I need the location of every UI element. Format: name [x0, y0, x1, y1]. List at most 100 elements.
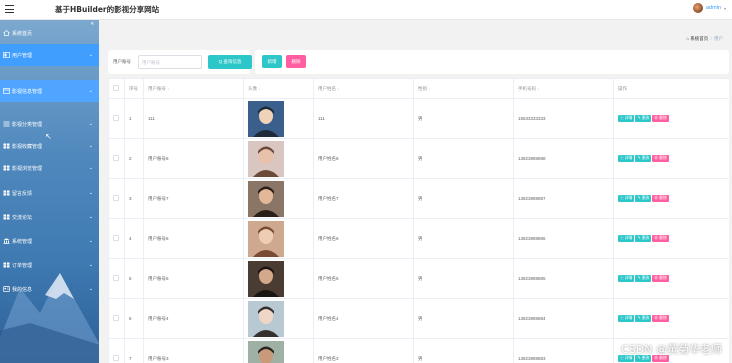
sidebar-item-orders[interactable]: 订单管理 ⌄: [0, 254, 99, 276]
cell-index: 4: [124, 218, 144, 259]
select-all-cell[interactable]: [108, 78, 125, 99]
breadcrumb-home[interactable]: 系统首页: [690, 36, 708, 41]
cell-gender: 男: [413, 218, 514, 259]
cell-gender: 男: [413, 298, 514, 339]
sidebar-item-forum[interactable]: 交流论坛 ⌄: [0, 206, 99, 228]
edit-button[interactable]: ✎ 更改: [635, 115, 652, 122]
avatar[interactable]: [248, 180, 284, 217]
search-button[interactable]: Q 查询信息: [208, 55, 252, 69]
chevron-down-icon[interactable]: ▾: [724, 6, 726, 11]
chevron-down-icon: ⌄: [88, 88, 93, 94]
detail-button[interactable]: ⓘ 详情: [618, 275, 635, 282]
info-icon: ⓘ: [620, 196, 624, 200]
edit-button[interactable]: ✎ 更改: [635, 275, 652, 282]
avatar[interactable]: [248, 100, 284, 137]
select-all-checkbox[interactable]: [113, 85, 119, 91]
row-checkbox[interactable]: [113, 195, 119, 201]
row-checkbox[interactable]: [113, 355, 119, 361]
sort-icon[interactable]: ↕: [337, 86, 339, 91]
avatar[interactable]: [248, 300, 284, 337]
sidebar-item-label: 交流论坛: [12, 214, 33, 221]
sidebar-item-my-info[interactable]: 我的信息 ⌄: [0, 278, 99, 300]
sort-icon[interactable]: ↕: [258, 86, 260, 91]
sidebar-item-home[interactable]: 系统首页: [0, 22, 99, 44]
detail-button[interactable]: ⓘ 详情: [618, 195, 635, 202]
table-row[interactable]: 1 111 111 男 15633333333 ⓘ 详情 ✎ 更改 ⊗ 删除: [108, 98, 729, 139]
delete-button[interactable]: 删除: [286, 55, 306, 68]
delete-row-button[interactable]: ⊗ 删除: [652, 155, 669, 162]
table-row[interactable]: 6 用户账号4 用户姓名4 男 13823888884 ⓘ 详情 ✎ 更改 ⊗ 删除: [108, 298, 729, 339]
user-name[interactable]: admin: [706, 5, 721, 11]
table-row[interactable]: 2 用户账号8 用户姓名8 男 13823888888 ⓘ 详情 ✎ 更改 ⊗ 删除: [108, 138, 729, 179]
row-select-cell[interactable]: [108, 258, 125, 299]
sidebar-item-film-browse[interactable]: 影视浏览管理 ⌄: [0, 157, 99, 179]
detail-button[interactable]: ⓘ 详情: [618, 155, 635, 162]
delete-row-button[interactable]: ⊗ 删除: [652, 235, 669, 242]
avatar[interactable]: [248, 220, 284, 257]
sidebar-item-label: 影视收藏管理: [12, 143, 43, 150]
cell-index: 6: [124, 298, 144, 339]
avatar[interactable]: [248, 340, 284, 363]
edit-button[interactable]: ✎ 更改: [635, 235, 652, 242]
pencil-icon: ✎: [637, 116, 641, 120]
row-select-cell[interactable]: [108, 218, 125, 259]
row-select-cell[interactable]: [108, 298, 125, 339]
column-header-name[interactable]: 用户姓名↕: [313, 78, 414, 99]
cell-phone: 13823888885: [513, 258, 614, 299]
column-header-avatar[interactable]: 头像↕: [243, 78, 314, 99]
sidebar-item-film-favorites[interactable]: 影视收藏管理 ⌄: [0, 135, 99, 157]
add-button[interactable]: 新增: [262, 55, 282, 68]
sidebar-item-system[interactable]: 系统管理 ⌄: [0, 230, 99, 252]
sidebar-item-feedback[interactable]: 留言反馈 ⌄: [0, 182, 99, 204]
table-row[interactable]: 5 用户账号5 用户姓名5 男 13823888885 ⓘ 详情 ✎ 更改 ⊗ 删除: [108, 258, 729, 299]
cell-phone: 13823888883: [513, 338, 614, 363]
detail-button[interactable]: ⓘ 详情: [618, 315, 635, 322]
sort-icon[interactable]: ↕: [428, 86, 430, 91]
avatar[interactable]: [693, 3, 703, 13]
row-checkbox[interactable]: [113, 275, 119, 281]
sidebar-item-film-category[interactable]: 影视分类管理 ⌄: [0, 113, 99, 135]
cell-name: 用户姓名3: [313, 338, 414, 363]
sidebar-item-film-info[interactable]: 影视信息管理 ⌄: [0, 80, 99, 102]
detail-button[interactable]: ⓘ 详情: [618, 115, 635, 122]
sidebar-item-label: 系统首页: [12, 30, 33, 37]
delete-row-button[interactable]: ⊗ 删除: [652, 115, 669, 122]
search-input[interactable]: [138, 55, 202, 69]
edit-button[interactable]: ✎ 更改: [635, 195, 652, 202]
delete-row-button[interactable]: ⊗ 删除: [652, 195, 669, 202]
row-checkbox[interactable]: [113, 235, 119, 241]
column-header-phone[interactable]: 手机号码↕: [513, 78, 614, 99]
menu-toggle-icon[interactable]: [5, 5, 14, 13]
cell-actions: ⓘ 详情 ✎ 更改 ⊗ 删除: [613, 138, 729, 179]
column-header-account[interactable]: 用户账号↕: [143, 78, 244, 99]
user-menu[interactable]: admin ▾: [693, 3, 726, 13]
grid-icon: [3, 190, 10, 196]
info-icon: ⓘ: [620, 116, 624, 120]
table-row[interactable]: 4 用户账号6 用户姓名6 男 13823888886 ⓘ 详情 ✎ 更改 ⊗ 删除: [108, 218, 729, 259]
row-checkbox[interactable]: [113, 115, 119, 121]
cell-account: 用户账号6: [143, 218, 244, 259]
avatar[interactable]: [248, 140, 284, 177]
row-checkbox[interactable]: [113, 155, 119, 161]
row-checkbox[interactable]: [113, 315, 119, 321]
delete-row-button[interactable]: ⊗ 删除: [652, 315, 669, 322]
edit-button[interactable]: ✎ 更改: [635, 315, 652, 322]
delete-row-button[interactable]: ⊗ 删除: [652, 275, 669, 282]
sort-icon[interactable]: ↕: [537, 86, 539, 91]
sort-icon[interactable]: ↕: [167, 86, 169, 91]
chevron-down-icon: ⌄: [88, 190, 93, 196]
avatar[interactable]: [248, 260, 284, 297]
edit-button[interactable]: ✎ 更改: [635, 155, 652, 162]
row-select-cell[interactable]: [108, 138, 125, 179]
row-select-cell[interactable]: [108, 338, 125, 363]
detail-button[interactable]: ⓘ 详情: [618, 235, 635, 242]
cell-account: 用户账号7: [143, 178, 244, 219]
search-icon: Q: [218, 59, 223, 64]
cell-gender: 男: [413, 258, 514, 299]
sidebar-item-users[interactable]: 用户管理 ⌄: [0, 44, 99, 66]
column-header-gender[interactable]: 性别↕: [413, 78, 514, 99]
table-row[interactable]: 3 用户账号7 用户姓名7 男 13823888887 ⓘ 详情 ✎ 更改 ⊗ 删除: [108, 178, 729, 219]
chevron-down-icon: ⌄: [88, 238, 93, 244]
row-select-cell[interactable]: [108, 98, 125, 139]
row-select-cell[interactable]: [108, 178, 125, 219]
